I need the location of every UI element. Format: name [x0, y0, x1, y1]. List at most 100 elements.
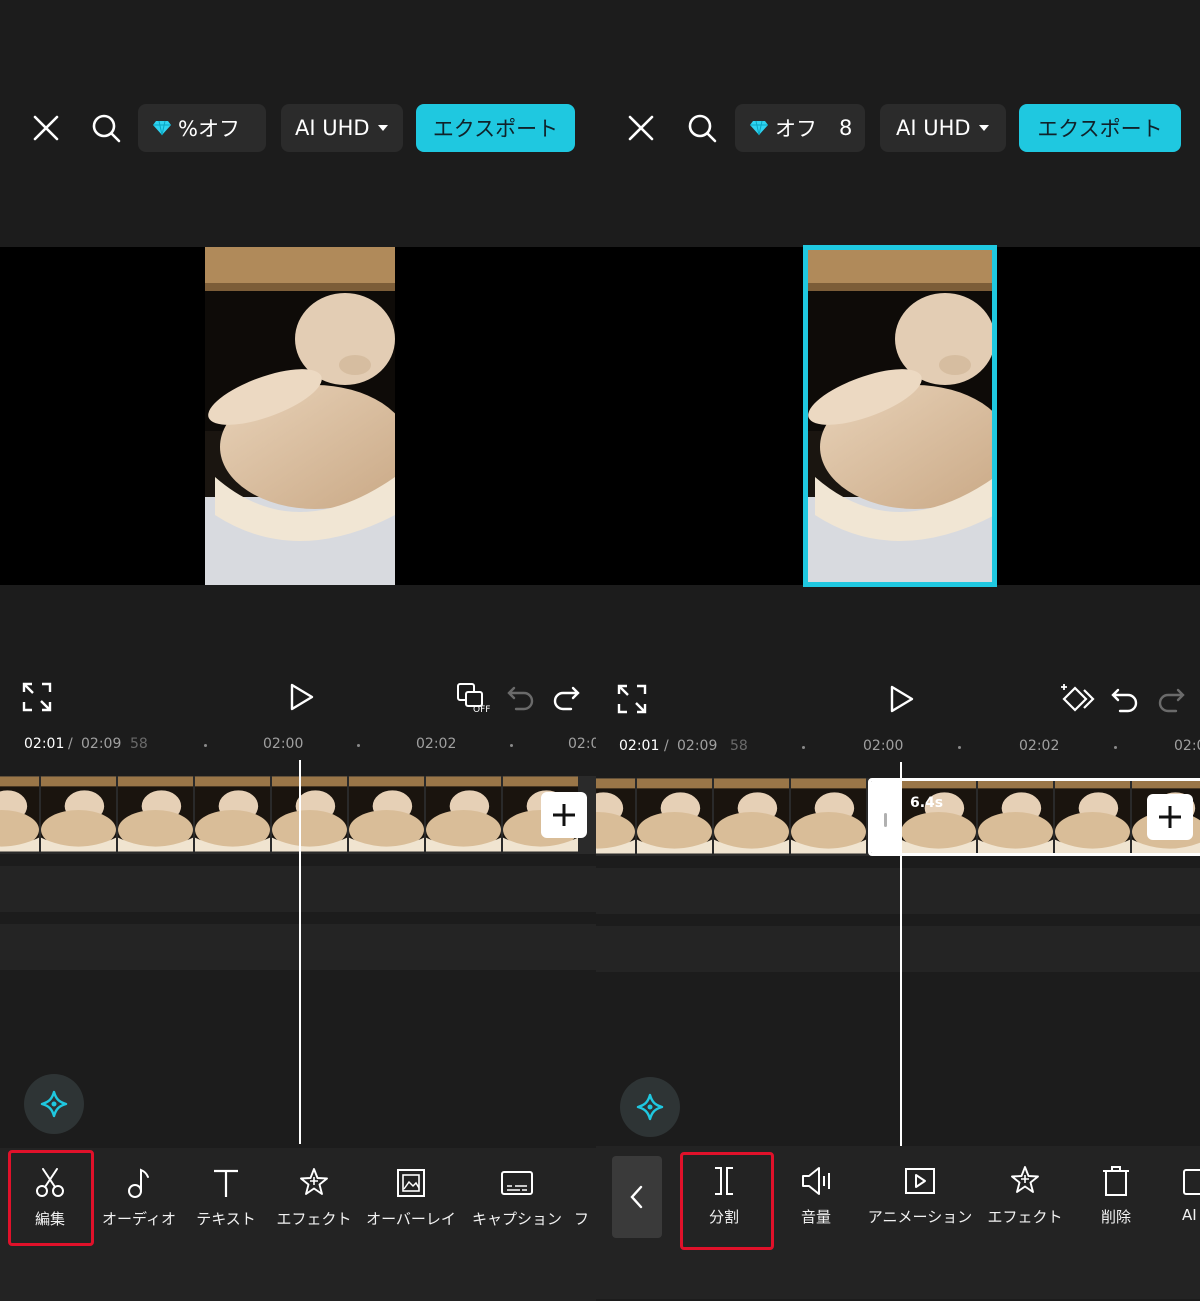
track-thumbnail [901, 781, 977, 853]
svg-text:OFF: OFF [473, 705, 490, 714]
caret-down-icon [978, 125, 989, 131]
track-thumbnail [978, 781, 1054, 853]
highlight-box [8, 1150, 94, 1246]
top-bar: %オフ AI UHD エクスポート [0, 104, 596, 152]
time-ruler[interactable]: 02:01 / 02:09 58 02:00 02:02 02:0 [596, 734, 1200, 762]
tick-dot [204, 744, 207, 747]
tick-dot [357, 744, 360, 747]
volume-icon [802, 1167, 830, 1195]
tool-ai[interactable]: AI [1182, 1164, 1200, 1234]
tool-caption[interactable]: キャプション [468, 1166, 566, 1236]
tool-label: オーディオ [102, 1210, 176, 1228]
back-button[interactable] [612, 1156, 662, 1238]
track-thumbnail [791, 778, 867, 854]
tool-text[interactable]: テキスト [188, 1166, 264, 1236]
track-thumbnail [195, 776, 271, 852]
plus-icon [553, 804, 575, 826]
track-thumbnail [0, 776, 40, 852]
snap-off-icon[interactable]: OFF [456, 680, 494, 714]
add-clip-button[interactable] [1147, 794, 1193, 840]
tick-label: 02:02 [1019, 738, 1060, 754]
bottom-toolbar: 編集 オーディオ テキスト エフェクト オーバーレイ キャプション フ [0, 1148, 596, 1301]
fullscreen-icon[interactable] [20, 680, 54, 714]
video-preview[interactable] [596, 245, 1200, 587]
empty-track-lane[interactable] [0, 866, 596, 912]
tool-overlay[interactable]: オーバーレイ [362, 1166, 460, 1236]
undo-icon[interactable] [504, 680, 538, 714]
diamond-icon [153, 120, 171, 136]
search-icon[interactable] [686, 112, 718, 144]
tick-dot [802, 746, 805, 749]
video-frame-selected[interactable] [803, 245, 997, 587]
fullscreen-icon[interactable] [615, 682, 649, 716]
close-icon[interactable] [625, 112, 657, 144]
animation-play-icon [905, 1168, 935, 1194]
current-time: 02:01 [619, 738, 660, 754]
ai-sparkle-icon [636, 1093, 664, 1121]
playhead[interactable] [900, 762, 902, 1146]
tool-label: AI [1182, 1206, 1197, 1224]
tool-volume[interactable]: 音量 [776, 1164, 856, 1234]
video-preview[interactable] [0, 247, 596, 585]
tool-label: テキスト [196, 1210, 256, 1228]
tool-label: キャプション [471, 1210, 562, 1228]
tool-audio[interactable]: オーディオ [96, 1166, 182, 1236]
track-thumbnail [41, 776, 117, 852]
redo-icon[interactable] [549, 680, 583, 714]
tool-effect[interactable]: エフェクト [984, 1164, 1066, 1234]
undo-icon[interactable] [1108, 682, 1142, 716]
empty-track-lane[interactable] [596, 868, 1200, 914]
export-button[interactable]: エクスポート [416, 104, 575, 152]
quality-label: AI UHD [896, 116, 971, 140]
tool-filter[interactable]: フ [574, 1166, 596, 1236]
tool-animation[interactable]: アニメーション [864, 1164, 976, 1234]
track-thumbnail [426, 776, 502, 852]
tool-effect[interactable]: エフェクト [274, 1166, 354, 1236]
caption-icon [501, 1171, 533, 1195]
track-thumbnail [637, 778, 713, 854]
ai-icon [1183, 1169, 1200, 1195]
redo-icon[interactable] [1154, 682, 1188, 716]
ai-assistant-button[interactable] [24, 1074, 84, 1134]
promo-button[interactable]: オフ 8 [735, 104, 865, 152]
play-icon[interactable] [284, 680, 318, 714]
tool-label: 削除 [1100, 1208, 1131, 1226]
playhead[interactable] [299, 760, 301, 1144]
clip-trim-handle-left[interactable] [871, 781, 901, 853]
add-clip-button[interactable] [541, 792, 587, 838]
time-separator: / [68, 736, 73, 752]
tick-label: 02:00 [863, 738, 904, 754]
tool-label: エフェクト [987, 1208, 1063, 1226]
video-track[interactable]: 6.4s [596, 778, 1200, 856]
tick-label: 02:02 [416, 736, 457, 752]
promo-trailing: 8 [839, 116, 853, 140]
empty-track-lane[interactable] [596, 926, 1200, 972]
search-icon[interactable] [90, 112, 122, 144]
keyframe-icon[interactable] [1060, 682, 1098, 716]
export-button[interactable]: エクスポート [1019, 104, 1181, 152]
close-icon[interactable] [30, 112, 62, 144]
quality-select[interactable]: AI UHD [880, 104, 1006, 152]
ai-sparkle-icon [40, 1090, 68, 1118]
ruler-fragment: 58 [130, 736, 148, 752]
video-track[interactable] [0, 776, 596, 854]
ai-assistant-button[interactable] [620, 1077, 680, 1137]
total-time: 02:09 [81, 736, 122, 752]
plus-icon [1159, 806, 1181, 828]
time-separator: / [664, 738, 669, 754]
tick-dot [510, 744, 513, 747]
empty-track-lane[interactable] [0, 924, 596, 970]
tool-label: オーバーレイ [366, 1210, 456, 1228]
tool-label: 音量 [800, 1208, 831, 1226]
tool-delete[interactable]: 削除 [1078, 1164, 1154, 1234]
time-ruler[interactable]: 02:01 / 02:09 58 02:00 02:02 02:0 [0, 732, 596, 760]
play-icon[interactable] [884, 682, 918, 716]
caret-down-icon [377, 125, 388, 131]
tool-label: フ [574, 1210, 590, 1228]
sparkle-star-icon [1011, 1166, 1039, 1193]
promo-button[interactable]: %オフ [138, 104, 266, 152]
quality-select[interactable]: AI UHD [281, 104, 403, 152]
highlight-box [680, 1152, 774, 1250]
tick-dot [1114, 746, 1117, 749]
tick-label: 02:0 [1174, 738, 1200, 754]
